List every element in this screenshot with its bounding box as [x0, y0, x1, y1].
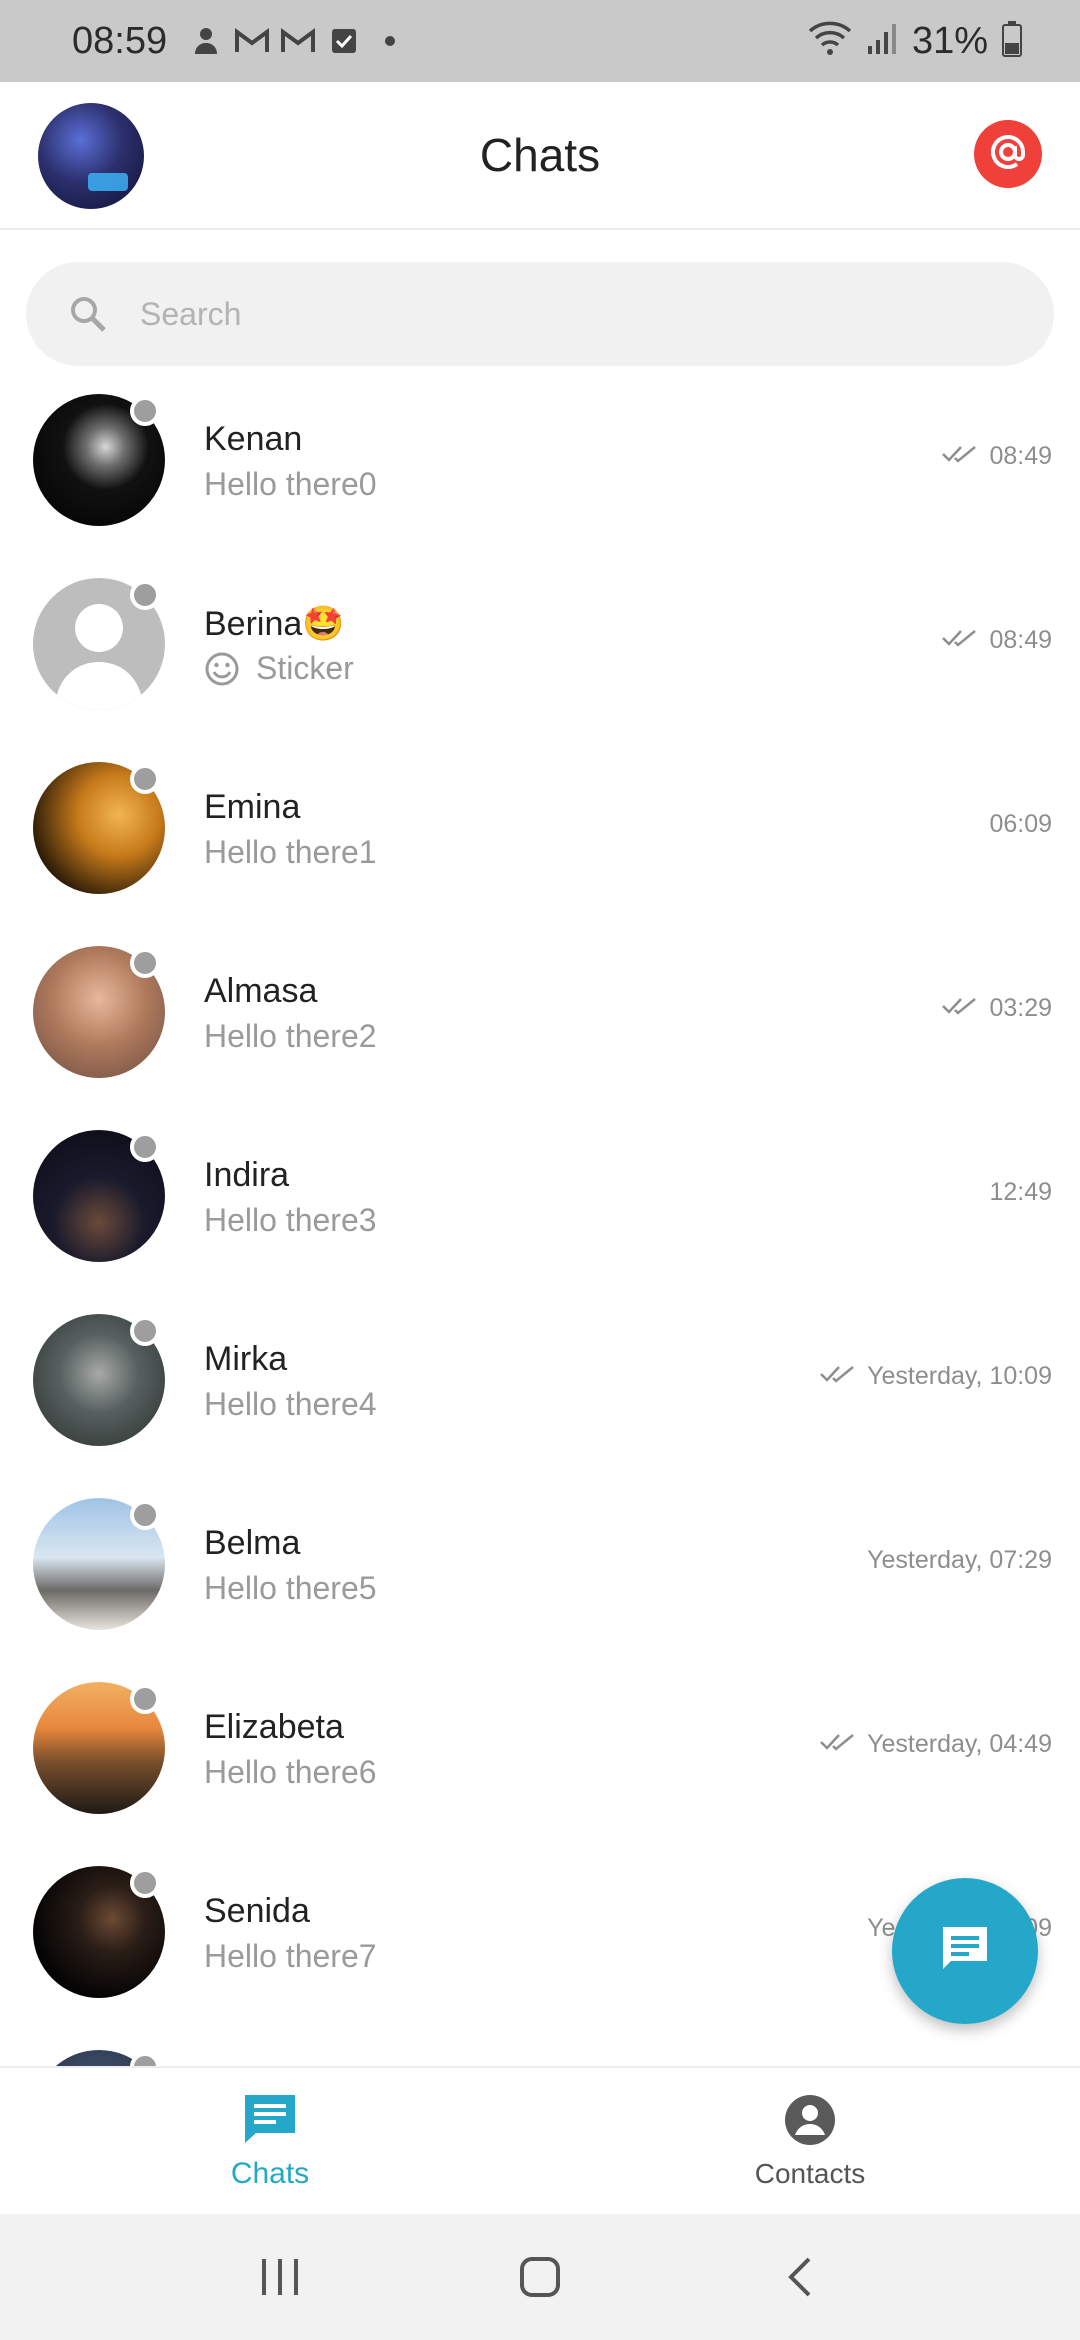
account-circle-icon	[783, 2093, 837, 2152]
chat-row-almasa[interactable]: Almasa Hello there2 03:29	[0, 932, 1080, 1116]
chat-list[interactable]: Kenan Hello there0 08:49 Berina🤩 Sticker…	[0, 380, 1080, 2066]
chat-preview: Hello there7	[204, 1938, 377, 1974]
chat-preview: Sticker	[204, 650, 354, 687]
chat-row-emina[interactable]: Emina Hello there1 06:09	[0, 748, 1080, 932]
presence-indicator	[130, 1132, 160, 1162]
double-check-icon	[941, 994, 979, 1023]
chat-preview: Hello there0	[204, 466, 377, 502]
chat-name: Mirka	[204, 1340, 288, 1378]
double-check-icon	[819, 1730, 857, 1759]
smiley-icon	[204, 651, 240, 687]
search-bar[interactable]	[26, 262, 1054, 366]
home-icon[interactable]	[510, 2247, 570, 2307]
presence-indicator	[130, 396, 160, 426]
checkbox-icon	[327, 24, 361, 58]
chat-name: Indira	[204, 1156, 290, 1194]
battery-icon	[1002, 20, 1022, 62]
tab-contacts[interactable]: Contacts	[540, 2068, 1080, 2214]
presence-indicator	[130, 580, 160, 610]
chat-time: Yesterday, 04:49	[867, 1730, 1052, 1758]
chat-preview: Hello there2	[204, 1018, 377, 1054]
chat-meta: 12:49	[989, 1178, 1052, 1207]
chat-name: Emina	[204, 788, 301, 826]
chat-time: 08:49	[989, 442, 1052, 470]
back-icon[interactable]	[770, 2247, 830, 2307]
chat-name: Almasa	[204, 972, 318, 1010]
chat-preview: Hello there1	[204, 834, 377, 870]
chat-meta: Yesterday, 10:09	[819, 1362, 1052, 1391]
mentions-button[interactable]	[974, 120, 1042, 188]
double-check-icon	[819, 1362, 857, 1391]
message-icon	[937, 1921, 993, 1982]
tab-chats[interactable]: Chats	[0, 2068, 540, 2214]
chat-name: Elizabeta	[204, 1708, 344, 1746]
chat-time: 12:49	[989, 1178, 1052, 1206]
gmail-icon	[235, 24, 270, 58]
chat-name: Berina🤩	[204, 605, 345, 643]
presence-indicator	[130, 1684, 160, 1714]
chat-preview: Hello there3	[204, 1202, 377, 1238]
page-title: Chats	[479, 129, 601, 181]
chat-preview: Hello there4	[204, 1386, 377, 1422]
chat-time: 06:09	[989, 810, 1052, 838]
presence-indicator	[130, 948, 160, 978]
chat-row-belma[interactable]: Belma Hello there5 Yesterday, 07:29	[0, 1484, 1080, 1668]
chat-name: Belma	[204, 1524, 301, 1562]
shield-person-icon	[189, 24, 223, 58]
chat-meta: Yesterday, 04:49	[819, 1730, 1052, 1759]
chat-row-kenan[interactable]: Kenan Hello there0 08:49	[0, 380, 1080, 564]
chat-icon	[242, 2092, 298, 2151]
search-input[interactable]	[138, 294, 942, 334]
chat-preview: Hello there6	[204, 1754, 377, 1790]
presence-indicator	[130, 1500, 160, 1530]
double-check-icon	[941, 442, 979, 471]
chat-meta: 08:49	[941, 626, 1052, 655]
chat-row-elizabeta[interactable]: Elizabeta Hello there6 Yesterday, 04:49	[0, 1668, 1080, 1852]
status-time: 08:59	[72, 19, 168, 62]
chat-time: 03:29	[989, 994, 1052, 1022]
battery-percentage: 31%	[911, 19, 988, 62]
chat-preview-text: Sticker	[256, 650, 354, 686]
app-header: Chats	[0, 82, 1080, 230]
chat-row-indira[interactable]: Indira Hello there3 12:49	[0, 1116, 1080, 1300]
chat-row-mirka[interactable]: Mirka Hello there4 Yesterday, 10:09	[0, 1300, 1080, 1484]
chat-row-partial[interactable]	[0, 2036, 1080, 2066]
chat-name: Senida	[204, 1892, 310, 1930]
recents-icon[interactable]	[250, 2247, 310, 2307]
wifi-icon	[808, 21, 852, 62]
chat-meta: 08:49	[941, 442, 1052, 471]
chat-time: 08:49	[989, 626, 1052, 654]
presence-indicator	[130, 764, 160, 794]
presence-indicator	[130, 1316, 160, 1346]
chat-time: Yesterday, 07:29	[867, 1546, 1052, 1574]
chat-meta: 06:09	[989, 810, 1052, 839]
chat-preview: Hello there5	[204, 1570, 377, 1606]
new-message-button[interactable]	[892, 1878, 1038, 2024]
chat-meta: Yesterday, 07:29	[867, 1546, 1052, 1575]
bottom-navigation: Chats Contacts	[0, 2066, 1080, 2214]
dot-icon	[373, 24, 407, 58]
chat-meta: 03:29	[941, 994, 1052, 1023]
notification-icons	[189, 24, 407, 58]
tab-contacts-label: Contacts	[754, 2157, 866, 2189]
search-icon	[68, 294, 108, 334]
chat-row-berina[interactable]: Berina🤩 Sticker 08:49	[0, 564, 1080, 748]
chat-name: Kenan	[204, 420, 303, 458]
presence-indicator	[130, 2052, 160, 2066]
tab-chats-label: Chats	[230, 2156, 310, 2190]
chat-time: Yesterday, 10:09	[867, 1362, 1052, 1390]
double-check-icon	[941, 626, 979, 655]
status-bar: 08:59 31%	[0, 0, 1080, 82]
presence-indicator	[130, 1868, 160, 1898]
at-sign-icon	[987, 131, 1029, 178]
signal-icon	[866, 22, 898, 61]
system-navigation-bar	[0, 2214, 1080, 2340]
gmail-icon	[281, 24, 316, 58]
